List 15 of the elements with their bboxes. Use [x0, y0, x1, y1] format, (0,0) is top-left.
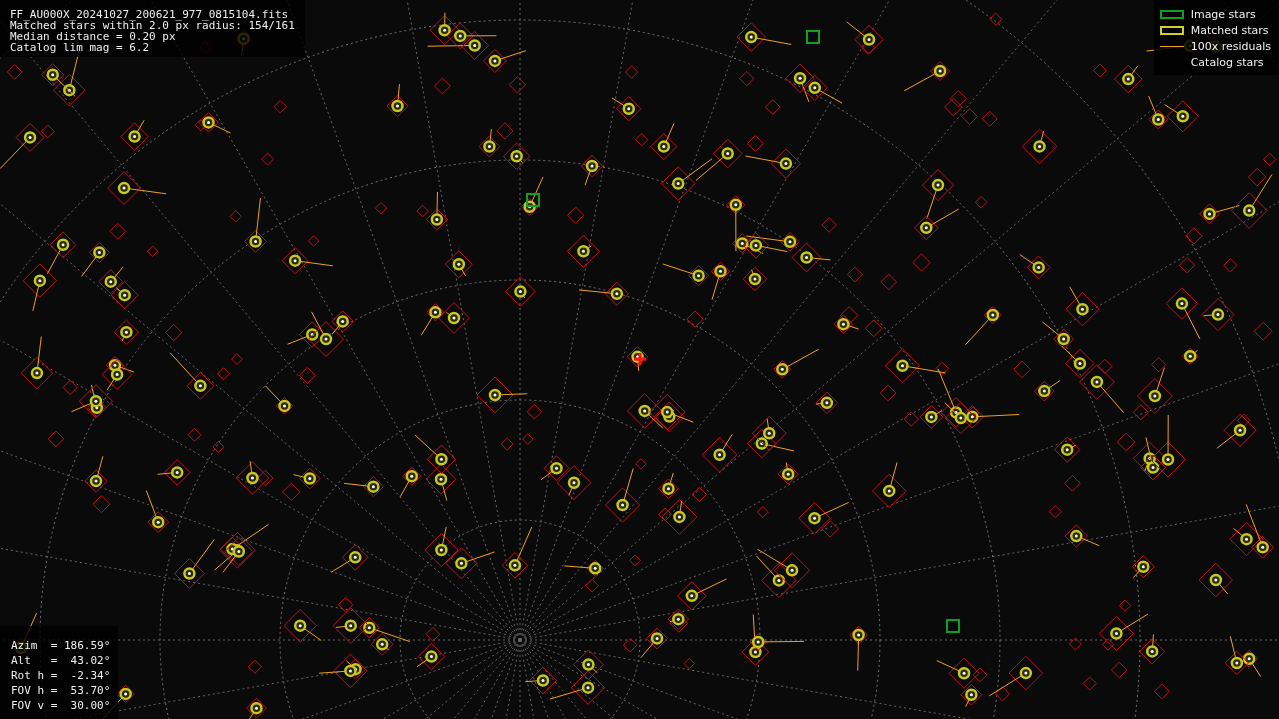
pointing-text: Rot h = -2.34°	[11, 668, 111, 683]
legend-swatch-icon	[1159, 9, 1184, 19]
pointing-text: Azim = 186.59°	[11, 638, 111, 653]
info-text: FF_AU000X_20241027_200621_977_0815104.fits	[10, 9, 290, 20]
pointing-text: Alt = 43.02°	[11, 653, 111, 668]
pointing-text: FOV h = 53.70°	[11, 683, 111, 698]
legend-swatch-icon	[1159, 25, 1184, 35]
legend-label: Image stars	[1190, 7, 1256, 21]
info-text: Matched stars within 2.0 px radius: 154/161	[10, 20, 295, 31]
legend-label: 100x residuals	[1190, 39, 1271, 53]
legend-label: Catalog stars	[1190, 55, 1264, 69]
legend-label: Matched stars	[1190, 23, 1269, 37]
pointing-text: FOV v = 30.00°	[11, 698, 111, 713]
info-text: Median distance = 0.20 px	[10, 31, 176, 42]
info-text: Catalog lim mag = 6.2	[10, 42, 151, 53]
